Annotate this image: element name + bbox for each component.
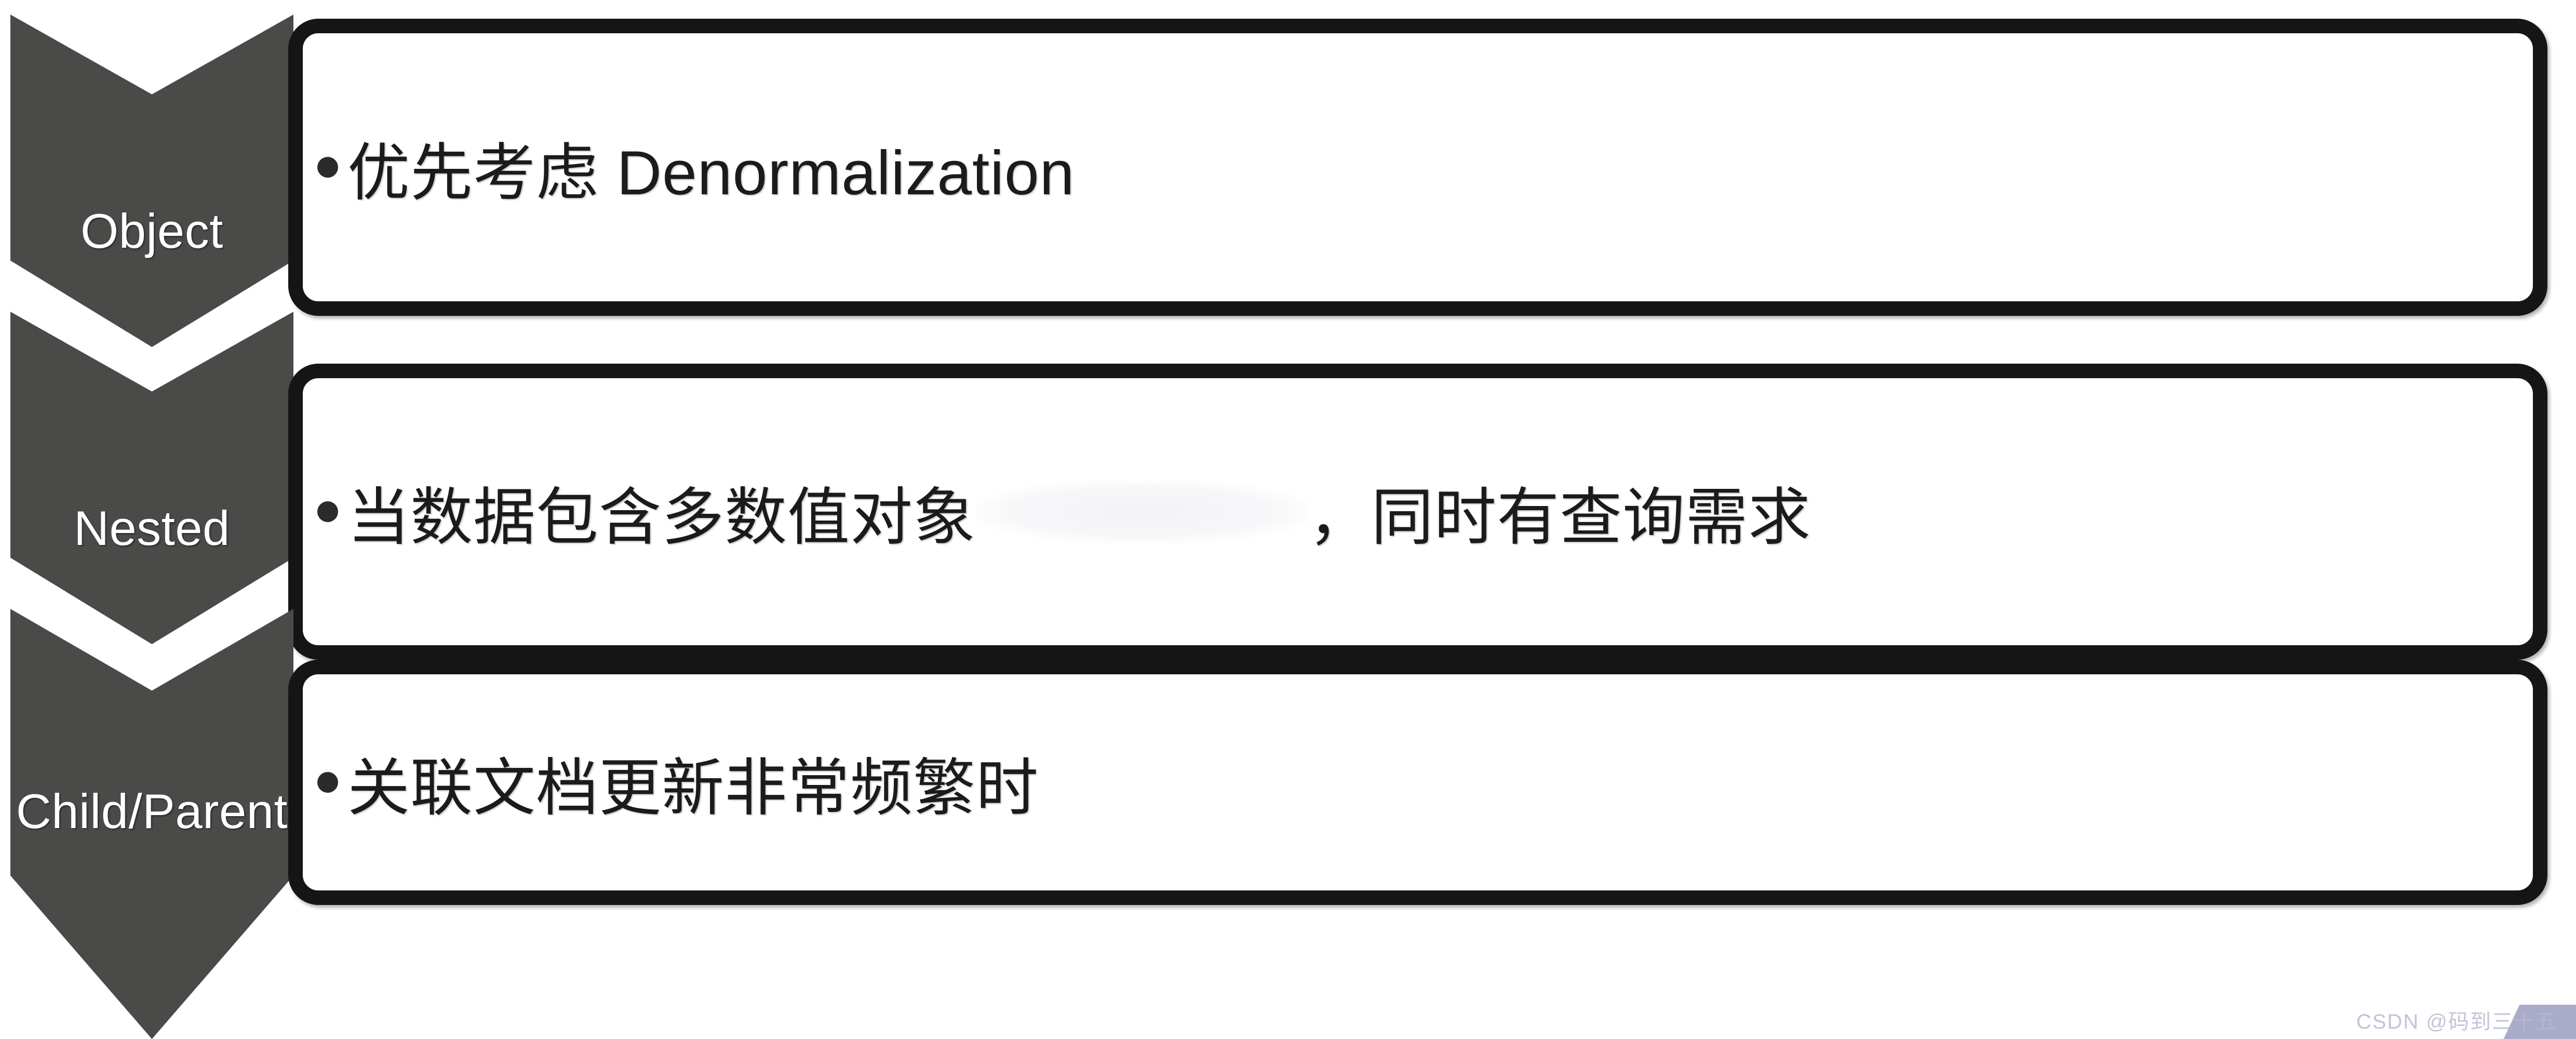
bullet-dot-icon — [317, 772, 338, 793]
bullet-line: 优先考虑 Denormalization — [317, 122, 1075, 212]
csdn-watermark: CSDN @码到三十五 — [2356, 1010, 2557, 1033]
chevron-stage-nested[interactable]: Nested — [10, 312, 293, 644]
bullet-dot-icon — [317, 501, 338, 522]
diagram-canvas: Object 优先考虑 Denormalization Nested 当数据包含… — [0, 0, 2576, 1039]
content-text-nested-before: 当数据包含多数值对象 — [347, 483, 976, 552]
chevron-shape — [10, 312, 293, 644]
chevron-stage-object[interactable]: Object — [10, 15, 293, 347]
content-text-object: 优先考虑 Denormalization — [347, 138, 1075, 208]
chevron-shape — [10, 609, 293, 1039]
content-box-inner: 当数据包含多数值对象 ，同时有查询需求 — [317, 378, 2533, 645]
redacted-region — [976, 481, 1308, 543]
bullet-line: 当数据包含多数值对象 ，同时有查询需求 — [317, 467, 1811, 557]
bullet-line: 关联文档更新非常频繁时 — [317, 737, 1039, 828]
content-box-child-parent[interactable]: 关联文档更新非常频繁时 — [288, 660, 2547, 905]
bullet-dot-icon — [317, 157, 338, 178]
content-box-inner: 关联文档更新非常频繁时 — [317, 674, 2533, 890]
content-text-nested-after: ，同时有查询需求 — [1308, 483, 1811, 552]
process-row-1: Object 优先考虑 Denormalization — [0, 15, 2576, 347]
content-box-inner: 优先考虑 Denormalization — [317, 33, 2533, 301]
chevron-stage-child-parent[interactable]: Child/Parent — [10, 609, 293, 1039]
process-row-2: Nested 当数据包含多数值对象 ，同时有查询需求 — [0, 312, 2576, 660]
content-text-child-parent: 关联文档更新非常频繁时 — [347, 753, 1039, 823]
content-box-object[interactable]: 优先考虑 Denormalization — [288, 19, 2547, 316]
chevron-shape — [10, 15, 293, 347]
process-row-3: Child/Parent 关联文档更新非常频繁时 — [0, 609, 2576, 1039]
